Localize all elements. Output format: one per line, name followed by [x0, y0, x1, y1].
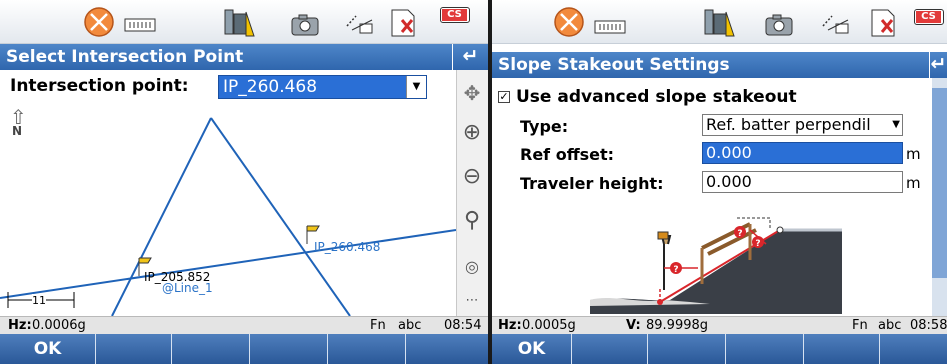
map-line-horizontal — [0, 229, 456, 299]
softkey-5[interactable] — [328, 334, 406, 364]
cs-badge-icon[interactable]: CS — [440, 7, 470, 23]
fn-indicator: Fn — [370, 318, 386, 333]
advanced-slope-label: Use advanced slope stakeout — [516, 87, 797, 107]
traveler-height-label: Traveler height: — [520, 174, 664, 193]
line-label: @Line_1 — [162, 281, 213, 295]
softkey-bar: OK — [0, 334, 488, 364]
page-title: Select Intersection Point — [6, 47, 244, 67]
svg-text:?: ? — [755, 239, 760, 249]
type-select[interactable]: Ref. batter perpendil ▼ — [702, 114, 903, 136]
scrollbar-thumb[interactable] — [932, 88, 947, 278]
pan-icon[interactable]: ✥ — [456, 78, 488, 110]
softkey-4[interactable] — [250, 334, 328, 364]
camera-icon[interactable] — [764, 14, 794, 36]
svg-text:?: ? — [673, 265, 678, 275]
sd-card-icon[interactable] — [868, 6, 898, 40]
ref-offset-unit: m — [906, 145, 921, 163]
left-screen: CS Select Intersection Point ↵ Intersect… — [0, 0, 488, 364]
ref-offset-label: Ref offset: — [520, 145, 615, 164]
instrument-icon[interactable] — [702, 6, 736, 40]
status-bar: Hz: 0.0006g Fn abc 08:54 — [0, 316, 488, 334]
zoom-in-icon[interactable]: ⊕ — [456, 118, 488, 150]
center-position-icon[interactable]: ◎ — [456, 252, 488, 284]
softkey-2[interactable] — [572, 334, 648, 364]
softkey-bar: OK — [492, 334, 947, 364]
input-mode: abc — [878, 318, 902, 333]
scale-label: 11 — [32, 294, 46, 307]
right-screen: CS Slope Stakeout Settings ↵ ✓ Use advan… — [492, 0, 947, 364]
traveler-height-unit: m — [906, 174, 921, 192]
measure-icon[interactable] — [820, 12, 854, 36]
more-chevron-icon[interactable]: ⋯ — [456, 290, 488, 314]
ok-button[interactable]: OK — [492, 334, 572, 364]
north-label: N — [12, 124, 23, 138]
traveler-height-input[interactable]: 0.000 — [702, 171, 903, 193]
input-mode: abc — [398, 318, 422, 333]
chevron-down-icon[interactable]: ▼ — [406, 76, 426, 98]
title-bar: Select Intersection Point ↵ — [0, 44, 488, 70]
hz-label: Hz: — [498, 318, 522, 333]
measure-icon[interactable] — [344, 12, 378, 36]
battery-icon[interactable] — [124, 18, 156, 32]
prism-icon[interactable] — [552, 6, 586, 40]
v-value: 89.9998g — [646, 318, 709, 333]
map-line-triangle-right — [210, 117, 351, 316]
hz-value: 0.0006g — [32, 318, 86, 333]
status-icon-bar: CS — [0, 0, 488, 44]
hz-value: 0.0005g — [522, 318, 576, 333]
softkey-3[interactable] — [172, 334, 250, 364]
map-view[interactable] — [0, 104, 456, 316]
softkey-5[interactable] — [804, 334, 880, 364]
softkey-6[interactable] — [880, 334, 947, 364]
v-label: V: — [626, 318, 641, 333]
back-button[interactable]: ↵ — [452, 44, 488, 70]
camera-icon[interactable] — [290, 14, 320, 36]
back-button[interactable]: ↵ — [929, 52, 947, 78]
cs-badge-icon[interactable]: CS — [914, 9, 944, 25]
ref-offset-input[interactable]: 0.000 — [702, 142, 903, 164]
slope-diagram: ? ? ? — [590, 217, 842, 314]
zoom-window-icon[interactable]: ⚲ — [456, 206, 488, 238]
zoom-out-icon[interactable]: ⊖ — [456, 162, 488, 194]
status-icon-bar: CS — [492, 0, 947, 44]
svg-text:?: ? — [737, 229, 742, 239]
hz-label: Hz: — [8, 318, 32, 333]
advanced-slope-checkbox[interactable]: ✓ — [498, 91, 510, 103]
type-label: Type: — [520, 117, 569, 136]
battery-icon[interactable] — [594, 20, 626, 34]
chevron-down-icon[interactable]: ▼ — [892, 115, 900, 135]
page-title: Slope Stakeout Settings — [498, 55, 730, 75]
sd-card-icon[interactable] — [388, 6, 418, 40]
instrument-icon[interactable] — [222, 6, 256, 40]
status-bar: Hz: 0.0005g V: 89.9998g Fn abc 08:58 — [492, 316, 947, 334]
prism-icon[interactable] — [82, 6, 116, 40]
softkey-2[interactable] — [96, 334, 172, 364]
scrollbar[interactable] — [932, 78, 947, 316]
fn-indicator: Fn — [852, 318, 868, 333]
type-value: Ref. batter perpendil — [706, 115, 871, 134]
clock: 08:54 — [444, 318, 482, 333]
point-label: IP_260.468 — [314, 240, 381, 254]
intersection-point-label: Intersection point: — [10, 76, 189, 96]
ok-button[interactable]: OK — [0, 334, 96, 364]
softkey-6[interactable] — [406, 334, 488, 364]
clock: 08:58 — [910, 318, 947, 333]
intersection-point-select[interactable]: IP_260.468 ▼ — [218, 75, 427, 99]
cs-badge-label: CS — [442, 9, 467, 21]
title-bar: Slope Stakeout Settings ↵ — [492, 52, 947, 78]
softkey-3[interactable] — [648, 334, 726, 364]
cs-badge-label: CS — [916, 11, 941, 23]
intersection-point-value: IP_260.468 — [223, 77, 318, 97]
softkey-4[interactable] — [726, 334, 804, 364]
